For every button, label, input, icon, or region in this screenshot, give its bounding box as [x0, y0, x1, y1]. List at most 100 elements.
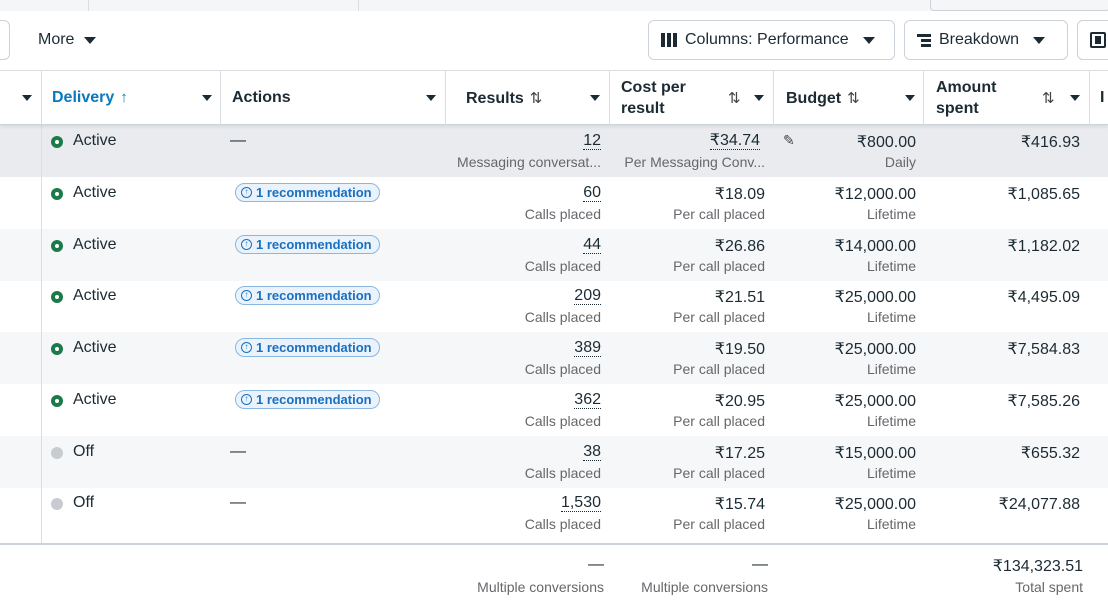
more-label: More — [38, 31, 75, 48]
column-menu-icon[interactable] — [754, 95, 764, 101]
total-cost: — — [752, 556, 768, 573]
budget-value[interactable]: ₹12,000.00 — [835, 184, 916, 204]
delivery-status: Active — [73, 235, 117, 253]
edit-pencil-icon[interactable]: ✎ — [783, 132, 795, 149]
budget-type: Lifetime — [866, 257, 916, 274]
header-cell-next[interactable]: I — [1090, 71, 1108, 125]
breakdown-button[interactable]: Breakdown — [904, 20, 1068, 60]
header-cell-actions[interactable]: Actions — [221, 71, 446, 125]
table-row[interactable]: Active — 12 Messaging conversat... ₹34.74 ✎ Pe… — [0, 125, 1108, 177]
more-button[interactable]: More — [24, 20, 110, 60]
results-value[interactable]: 12 — [583, 132, 601, 150]
table-row[interactable]: Active ↑ 1 recommendation 60 Calls placed ₹18… — [0, 177, 1108, 229]
table-row[interactable]: Off — 1,530 Calls placed ₹15.74 Per call plac… — [0, 487, 1108, 539]
cost-per-result-type: Per call placed — [673, 412, 765, 429]
budget-value[interactable]: ₹800.00 — [857, 132, 916, 152]
column-menu-icon[interactable] — [590, 95, 600, 101]
header-cell-results[interactable]: Results ⇅ — [446, 71, 610, 125]
arrow-up-circle-icon: ↑ — [241, 238, 252, 250]
recommendation-label: 1 recommendation — [256, 184, 372, 200]
total-spent-sub: Total spent — [1015, 579, 1083, 595]
recommendation-badge[interactable]: ↑ 1 recommendation — [235, 182, 380, 202]
header-cell-budget[interactable]: Budget ⇅ — [774, 71, 924, 125]
recommendation-badge[interactable]: ↑ 1 recommendation — [235, 234, 380, 254]
budget-type: Lifetime — [866, 205, 916, 222]
columns-label: Columns: Performance — [685, 31, 849, 48]
sort-icon: ⇅ — [1042, 90, 1055, 107]
budget-value[interactable]: ₹14,000.00 — [835, 236, 916, 256]
amount-spent-value: ₹1,085.65 — [1007, 185, 1080, 203]
columns-button[interactable]: Columns: Performance — [648, 20, 895, 60]
budget-value[interactable]: ₹25,000.00 — [835, 391, 916, 411]
column-menu-icon[interactable] — [22, 95, 32, 101]
column-menu-icon[interactable] — [426, 95, 436, 101]
column-menu-icon[interactable] — [202, 95, 212, 101]
budget-value[interactable]: ₹25,000.00 — [835, 494, 916, 514]
results-value[interactable]: 389 — [574, 339, 601, 357]
delivery-status: Off — [73, 494, 95, 512]
total-spent: ₹134,323.51 — [992, 558, 1083, 575]
budget-value[interactable]: ₹15,000.00 — [835, 443, 916, 463]
cost-per-result-value: ₹20.95 — [714, 392, 765, 410]
header-cell-cost-per-result[interactable]: Cost per result ⇅ — [610, 71, 774, 125]
breakdown-icon — [917, 33, 931, 47]
delivery-status: Off — [73, 442, 95, 460]
results-value[interactable]: 44 — [583, 235, 601, 254]
results-value[interactable]: 1,530 — [560, 494, 601, 513]
amount-spent-value: ₹7,584.83 — [1007, 341, 1080, 358]
cost-per-result-value[interactable]: ₹34.74 — [709, 132, 760, 150]
results-value[interactable]: 209 — [574, 287, 601, 306]
status-active-icon — [51, 136, 63, 148]
budget-type: Daily — [884, 154, 916, 170]
caret-down-icon — [1033, 36, 1046, 44]
recommendation-badge[interactable]: ↑ 1 recommendation — [235, 389, 380, 409]
cost-per-result-value: ₹21.51 — [714, 289, 765, 307]
recommendation-badge[interactable]: ↑ 1 recommendation — [235, 338, 380, 357]
budget-value[interactable]: ₹25,000.00 — [835, 339, 916, 359]
results-type: Messaging conversat... — [457, 154, 601, 170]
budget-value[interactable]: ₹25,000.00 — [835, 287, 916, 307]
cost-per-result-value: ₹26.86 — [714, 237, 765, 255]
table-footer: — Multiple conversions — Multiple conver… — [0, 543, 1108, 606]
results-type: Calls placed — [524, 361, 601, 377]
header-cell-amount-spent[interactable]: Amount spent ⇅ — [924, 71, 1090, 125]
results-value[interactable]: 38 — [583, 442, 601, 461]
header-cell-delivery[interactable]: Delivery ↑ — [42, 71, 221, 125]
table-row[interactable]: Active ↑ 1 recommendation 209 Calls placed ₹2… — [0, 280, 1108, 332]
amount-spent-value: ₹1,182.02 — [1007, 237, 1080, 255]
top-strip-divider — [88, 0, 89, 11]
caret-down-icon — [84, 36, 97, 44]
delivery-status: Active — [73, 339, 117, 356]
table-row[interactable]: Active ↑ 1 recommendation 389 Calls placed ₹1… — [0, 332, 1108, 384]
header-cell-name[interactable] — [0, 71, 42, 125]
recommendation-badge[interactable]: ↑ 1 recommendation — [235, 286, 380, 306]
header-budget-label: Budget — [786, 90, 842, 107]
table-row[interactable]: Off — 38 Calls placed ₹17.25 Per call placed ₹… — [0, 435, 1108, 488]
results-value[interactable]: 362 — [574, 390, 601, 409]
cost-per-result-type: Per call placed — [673, 257, 765, 274]
breakdown-label: Breakdown — [939, 31, 1020, 48]
top-strip — [0, 0, 1108, 11]
amount-spent-value: ₹4,495.09 — [1007, 289, 1080, 307]
table-row[interactable]: Active ↑ 1 recommendation 362 Calls placed ₹2… — [0, 384, 1108, 436]
header-cost-label-2: result — [621, 100, 665, 117]
sort-icon: ⇅ — [728, 90, 741, 107]
status-active-icon — [51, 291, 63, 304]
table-row[interactable]: Active ↑ 1 recommendation 44 Calls placed ₹26… — [0, 228, 1108, 281]
actions-empty: — — [230, 442, 246, 460]
cost-per-result-value: ₹18.09 — [714, 185, 765, 203]
cost-per-result-type: Per call placed — [673, 361, 765, 377]
status-off-icon — [51, 446, 63, 459]
results-value[interactable]: 60 — [583, 183, 601, 202]
reports-button[interactable] — [1077, 20, 1108, 60]
delivery-status: Active — [73, 287, 117, 305]
cost-per-result-type: Per Messaging Conv... — [624, 154, 765, 170]
column-menu-icon[interactable] — [1070, 95, 1080, 101]
header-delivery-label: Delivery — [52, 89, 115, 106]
arrow-up-circle-icon: ↑ — [241, 342, 252, 353]
results-type: Calls placed — [524, 257, 601, 274]
left-toolbar-button[interactable] — [0, 20, 10, 60]
header-spent-label-2: spent — [936, 100, 979, 117]
cost-per-result-value: ₹19.50 — [714, 341, 765, 358]
column-menu-icon[interactable] — [905, 95, 915, 101]
